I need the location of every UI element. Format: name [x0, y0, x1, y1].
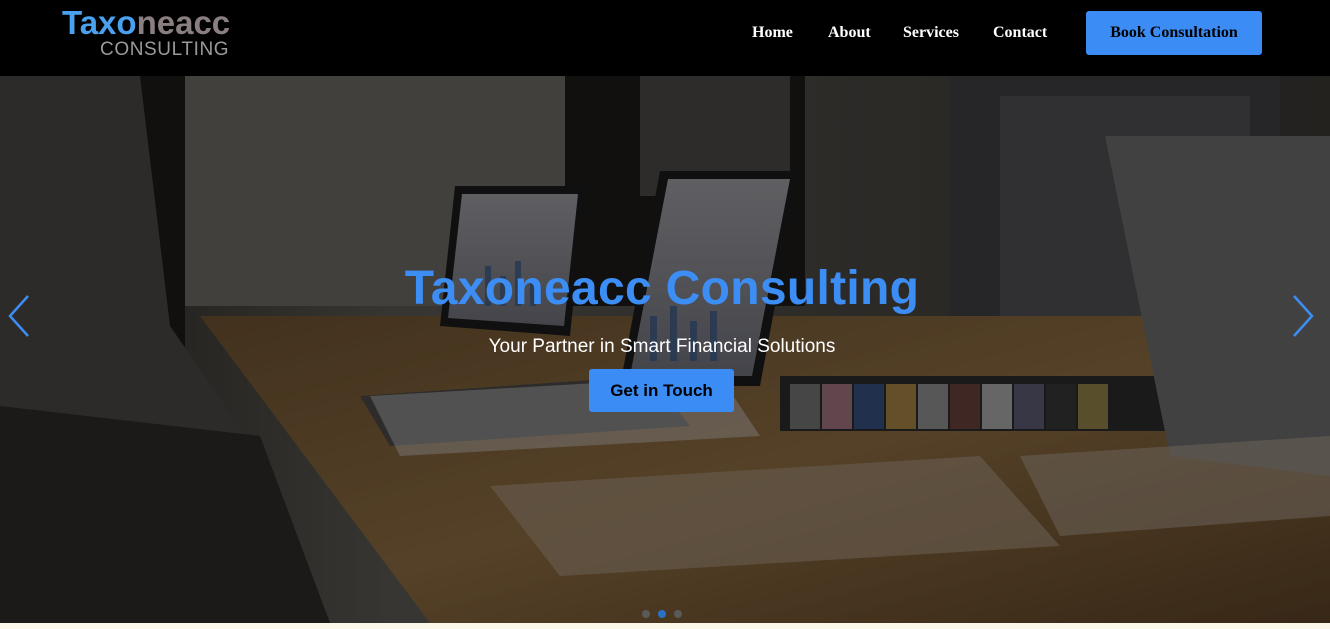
hero-carousel: Taxoneacc Consulting Your Partner in Sma…	[0, 76, 1330, 623]
navbar: Taxoneacc CONSULTING Home About Services…	[0, 0, 1330, 76]
get-in-touch-button[interactable]: Get in Touch	[589, 369, 734, 412]
hero-subtitle: Your Partner in Smart Financial Solution…	[488, 336, 836, 357]
next-section-edge	[0, 623, 1330, 629]
nav-link-services[interactable]: Services	[903, 24, 959, 42]
nav-link-about[interactable]: About	[828, 24, 871, 42]
nav-link-home[interactable]: Home	[752, 24, 793, 42]
chevron-left-icon	[8, 295, 29, 337]
book-consultation-button[interactable]: Book Consultation	[1086, 11, 1262, 55]
carousel-dot-1[interactable]	[642, 610, 650, 618]
nav-link-contact[interactable]: Contact	[993, 24, 1047, 42]
chevron-right-icon	[1293, 295, 1314, 337]
hero-title: Taxoneacc Consulting	[404, 262, 920, 315]
carousel-dot-2[interactable]	[658, 610, 666, 618]
carousel-indicators	[640, 610, 690, 620]
carousel-prev-button[interactable]	[4, 292, 34, 340]
carousel-dot-3[interactable]	[674, 610, 682, 618]
carousel-next-button[interactable]	[1288, 292, 1318, 340]
